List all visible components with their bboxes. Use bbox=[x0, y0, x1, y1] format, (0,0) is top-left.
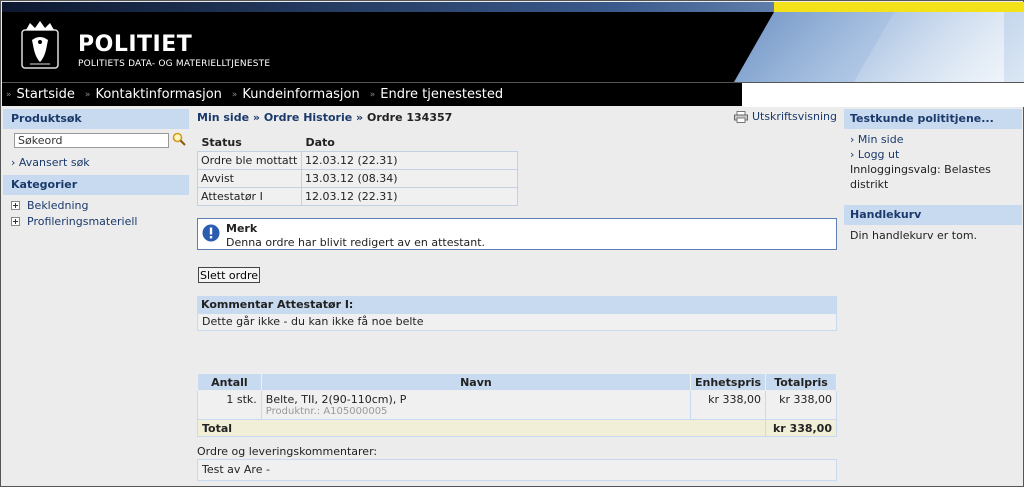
comment-heading: Kommentar Attestatør I: bbox=[197, 296, 837, 313]
category-item-profileringsmateriell[interactable]: Profileringsmateriell bbox=[11, 213, 181, 229]
page-frame: POLITIET POLITIETS DATA- OG MATERIELLTJE… bbox=[0, 0, 1024, 487]
header-yellow-strip bbox=[774, 2, 1024, 12]
order-status-table: Status Dato Ordre ble mottatt 12.03.12 (… bbox=[197, 135, 518, 206]
nav-item-kundeinformasjon[interactable]: » Kundeinformasjon bbox=[232, 87, 360, 102]
comment-text: Dette går ikke - du kan ikke få noe belt… bbox=[197, 313, 837, 331]
advanced-search-link[interactable]: › Avansert søk bbox=[3, 153, 189, 173]
min-side-link[interactable]: › Min side bbox=[850, 132, 1016, 147]
category-list: Bekledning Profileringsmateriell bbox=[3, 195, 189, 231]
right-sidebar: Testkunde polititjene... › Min side › Lo… bbox=[844, 109, 1022, 243]
site-title[interactable]: POLITIET bbox=[78, 32, 192, 57]
expand-icon[interactable] bbox=[11, 216, 20, 226]
notice-title: Merk bbox=[226, 222, 258, 235]
printer-icon[interactable] bbox=[733, 110, 748, 123]
enhetspris-header: Enhetspris bbox=[689, 373, 767, 391]
main-content: Min side » Ordre Historie » Ordre 134357… bbox=[196, 109, 839, 487]
total-value: kr 338,00 bbox=[765, 419, 837, 437]
notice-text: Denna ordre har blivit redigert av en at… bbox=[226, 236, 486, 249]
breadcrumb: Min side » Ordre Historie » Ordre 134357 bbox=[197, 111, 453, 124]
login-choice: Innloggingsvalg: Belastes distrikt bbox=[850, 163, 991, 191]
nav-item-kontaktinformasjon[interactable]: » Kontaktinformasjon bbox=[85, 87, 222, 102]
table-row: Ordre ble mottatt 12.03.12 (22.31) bbox=[197, 150, 518, 170]
header-decor-panel bbox=[734, 12, 1024, 82]
nav-item-endre-tjenestested[interactable]: » Endre tjenestested bbox=[370, 87, 503, 102]
item-name: Belte, TII, 2(90-110cm), P bbox=[265, 393, 407, 406]
notice-box: Merk Denna ordre har blivit redigert av … bbox=[197, 218, 837, 250]
antall-header: Antall bbox=[197, 373, 262, 391]
nav-item-startside[interactable]: » Startside bbox=[6, 87, 75, 102]
table-row: 1 stk. Belte, TII, 2(90-110cm), P Produk… bbox=[197, 390, 837, 420]
total-row: Total kr 338,00 bbox=[196, 419, 837, 437]
order-items-table: Antall Navn Enhetspris Totalpris 1 stk. … bbox=[196, 373, 837, 437]
table-row: Attestatør I 12.03.12 (22.31) bbox=[197, 186, 518, 206]
expand-icon[interactable] bbox=[11, 200, 20, 210]
main-nav: » Startside » Kontaktinformasjon » Kundeinf… bbox=[2, 82, 1024, 107]
categories-heading: Kategorier bbox=[3, 175, 189, 195]
customer-links: › Min side › Logg ut Innloggingsvalg: Be… bbox=[844, 129, 1022, 197]
breadcrumb-current: Ordre 134357 bbox=[367, 111, 453, 124]
cart-content: Din handlekurv er tom. bbox=[844, 225, 1022, 243]
search-icon[interactable] bbox=[172, 132, 186, 146]
breadcrumb-min-side[interactable]: Min side bbox=[197, 111, 249, 124]
cart-heading: Handlekurv bbox=[844, 205, 1022, 225]
item-product-number: Produktnr.: A105000005 bbox=[265, 406, 388, 417]
delete-order-button[interactable]: Slett ordre bbox=[198, 267, 261, 283]
customer-heading: Testkunde polititjene... bbox=[844, 109, 1022, 129]
attestant-comment: Kommentar Attestatør I: Dette går ikke -… bbox=[197, 296, 837, 331]
order-comments-text: Test av Are - bbox=[197, 459, 837, 481]
totalpris-header: Totalpris bbox=[765, 373, 837, 391]
info-icon bbox=[202, 224, 220, 242]
table-row: Avvist 13.03.12 (08.34) bbox=[197, 168, 518, 188]
category-item-bekledning[interactable]: Bekledning bbox=[11, 197, 181, 213]
logout-link[interactable]: › Logg ut bbox=[850, 147, 1016, 162]
status-header: Status bbox=[201, 136, 242, 150]
print-view-link[interactable]: Utskriftsvisning bbox=[733, 110, 837, 123]
police-crest-icon[interactable] bbox=[18, 20, 62, 70]
date-header: Dato bbox=[305, 136, 335, 150]
breadcrumb-ordre-historie[interactable]: Ordre Historie bbox=[264, 111, 352, 124]
navn-header: Navn bbox=[260, 373, 692, 391]
site-subtitle: POLITIETS DATA- OG MATERIELLTJENESTE bbox=[78, 59, 271, 69]
product-search-heading: Produktsøk bbox=[3, 109, 189, 129]
site-header: POLITIET POLITIETS DATA- OG MATERIELLTJE… bbox=[2, 2, 1024, 82]
order-comments-label: Ordre og leveringskommentarer: bbox=[197, 445, 378, 458]
search-input[interactable] bbox=[14, 133, 169, 148]
cart-empty-text: Din handlekurv er tom. bbox=[850, 229, 978, 242]
left-sidebar: Produktsøk › Avansert søk Kategorier Bek… bbox=[3, 109, 189, 231]
